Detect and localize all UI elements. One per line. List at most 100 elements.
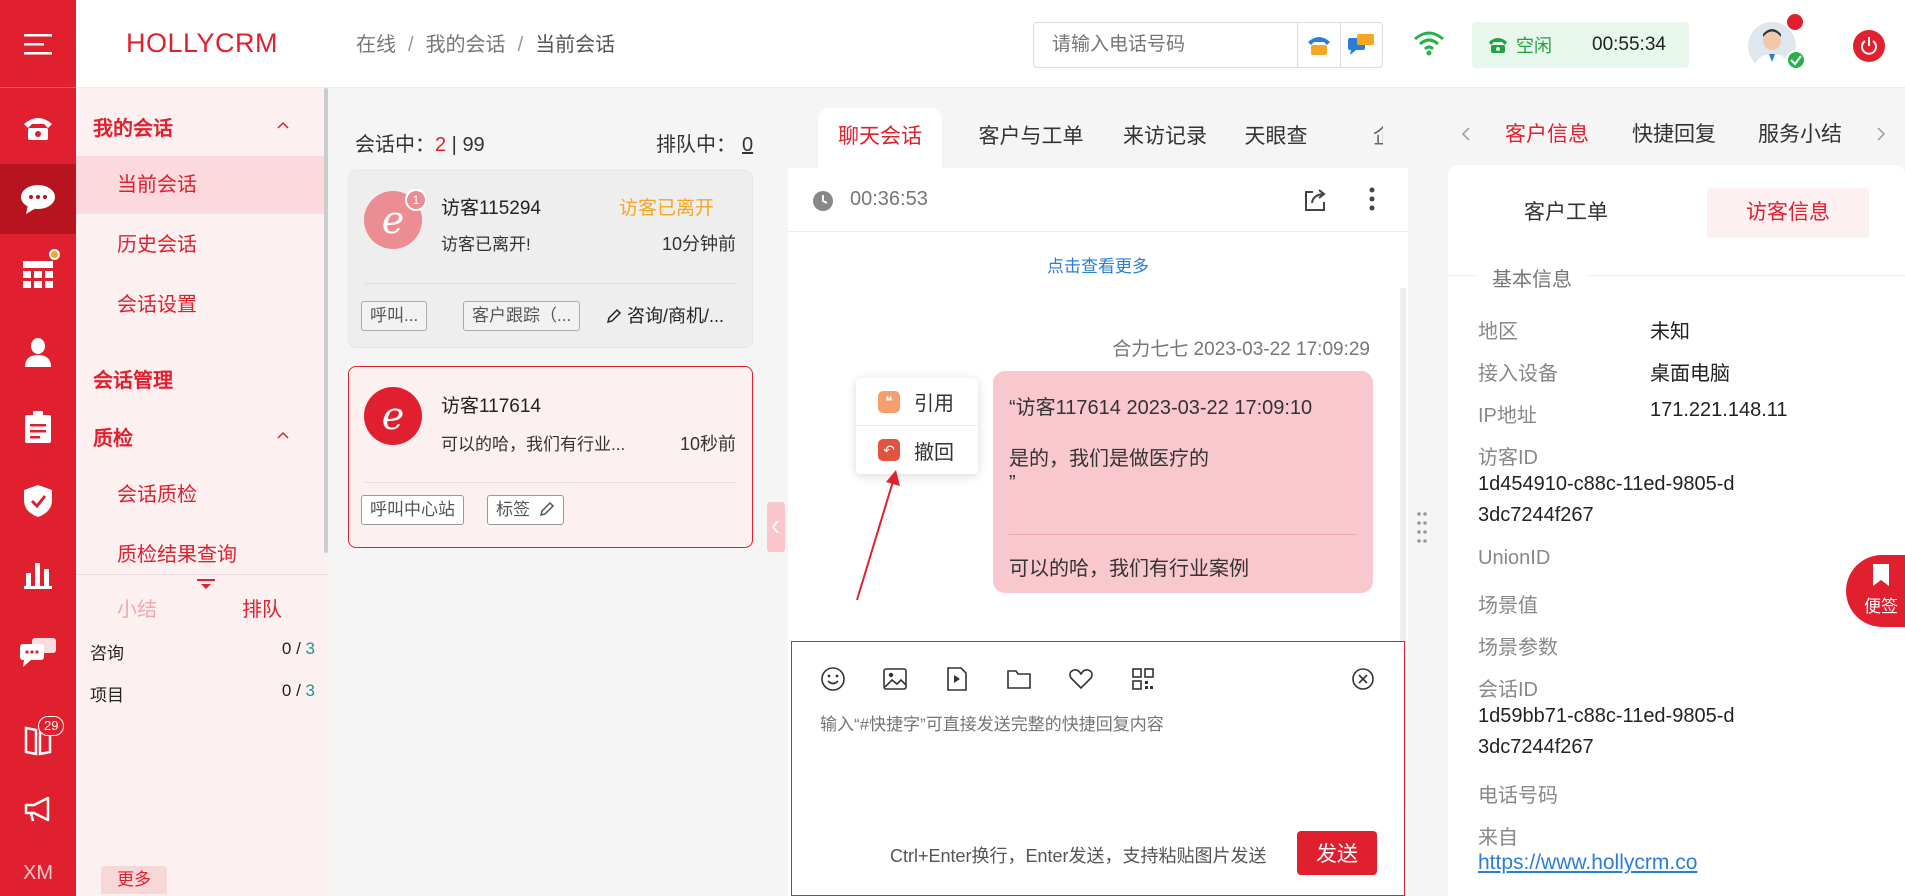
message-button[interactable] [1339, 23, 1383, 67]
chevron-up-icon[interactable] [276, 118, 290, 132]
tab-quick-reply[interactable]: 快捷回复 [1632, 118, 1716, 148]
subtab-customer-ticket[interactable]: 客户工单 [1488, 188, 1644, 238]
nav-item-session-qc[interactable]: 会话质检 [76, 466, 324, 524]
nav-group-session-management[interactable]: 会话管理 [93, 364, 173, 393]
queue-count[interactable]: 0 [742, 134, 753, 156]
session-tag[interactable]: 呼叫中心站 [361, 495, 464, 525]
queue-row-done: 0 [281, 639, 292, 658]
nav-item-history-session[interactable]: 历史会话 [76, 216, 324, 274]
tag-edit-button[interactable]: 标签 [487, 495, 564, 525]
tab-more-clipped[interactable]: 企 [1373, 108, 1383, 168]
tab-visit-records[interactable]: 来访记录 [1110, 108, 1220, 168]
quoted-message: “访客117614 2023-03-22 17:09:10 是的，我们是做医疗的… [1009, 393, 1359, 493]
right-tabs: 客户信息 快捷回复 服务小结 [1440, 88, 1905, 168]
nav-item-session-settings[interactable]: 会话设置 [76, 276, 324, 334]
messages-icon [20, 638, 56, 667]
rail-item-phone[interactable] [0, 93, 76, 163]
nav-item-current-session[interactable]: 当前会话 [76, 156, 324, 214]
load-more-link[interactable]: 点击查看更多 [788, 252, 1408, 277]
chevron-up-icon[interactable] [276, 428, 290, 442]
emoji-icon[interactable] [820, 666, 846, 692]
logout-button[interactable] [1853, 30, 1885, 62]
rail-item-announce[interactable] [0, 774, 76, 844]
clock-icon [813, 191, 833, 211]
agent-status[interactable]: 空闲 00:55:34 [1472, 22, 1689, 68]
field-label-phone: 电话号码 [1478, 785, 1558, 807]
folder-icon[interactable] [1006, 666, 1032, 692]
session-card-active[interactable]: e 访客117614 可以的哈，我们有行业... 10秒前 呼叫中心站 标签 [348, 366, 753, 548]
dial-button[interactable] [1297, 23, 1340, 67]
message-input[interactable] [820, 710, 1380, 800]
close-circle-icon[interactable] [1350, 666, 1376, 692]
chevron-right-icon[interactable] [1876, 126, 1886, 142]
rail-item-stats[interactable] [0, 540, 76, 610]
tab-tianyancha[interactable]: 天眼查 [1236, 108, 1316, 168]
rail-item-grid[interactable] [0, 240, 76, 310]
send-button[interactable]: 发送 [1297, 831, 1377, 875]
rail-item-clipboard[interactable] [0, 392, 76, 462]
hamburger-menu-button[interactable] [0, 0, 76, 88]
card-divider [364, 283, 737, 284]
annotation-arrow-icon [856, 470, 900, 601]
rail-item-chat[interactable] [0, 164, 76, 234]
status-timer: 00:55:34 [1592, 34, 1666, 55]
agent-message-bubble[interactable]: “访客117614 2023-03-22 17:09:10 是的，我们是做医疗的… [993, 371, 1373, 593]
message-context-menu: ❝ 引用 ↶ 撤回 [856, 378, 978, 474]
queue-row-label: 项目 [90, 686, 124, 705]
breadcrumb-online[interactable]: 在线 [356, 34, 396, 56]
qrcode-icon[interactable] [1130, 666, 1156, 692]
rail-item-knowledge[interactable] [0, 706, 76, 776]
chevron-left-icon [771, 520, 779, 534]
rail-footer-logo: XM [23, 862, 53, 884]
collapse-arrow-icon[interactable] [195, 579, 217, 591]
last-message: 访客已离开! [441, 235, 531, 254]
tab-summary[interactable]: 小结 [117, 593, 157, 622]
send-hint: Ctrl+Enter换行，Enter发送，支持粘贴图片发送 [890, 846, 1267, 866]
unread-badge: 1 [405, 189, 427, 211]
rail-item-shield[interactable] [0, 466, 76, 536]
resize-handle-icon[interactable] [1416, 510, 1428, 546]
image-icon[interactable] [882, 666, 908, 692]
more-vertical-icon[interactable] [1368, 186, 1376, 212]
nav-menu: 我的会话 当前会话 历史会话 会话设置 会话管理 质检 会话质检 质检结果查询 [76, 88, 328, 574]
nav-group-quality[interactable]: 质检 [93, 422, 133, 451]
rail-item-user[interactable] [0, 317, 76, 387]
notification-dot [49, 249, 60, 260]
category-edit[interactable]: 咨询/商机/... [606, 301, 724, 331]
summary-queue-panel: 小结 排队 咨询 0 / 3 项目 0 / 3 [76, 574, 328, 896]
quote-header: “访客117614 2023-03-22 17:09:10 [1009, 397, 1313, 419]
nav-group-my-sessions[interactable]: 我的会话 [93, 112, 173, 141]
subtab-visitor-info[interactable]: 访客信息 [1707, 188, 1869, 238]
queue-row-sep: / [291, 681, 306, 700]
sticky-note-button[interactable]: 便签 [1846, 555, 1905, 627]
video-icon[interactable] [944, 666, 970, 692]
tab-customer-ticket[interactable]: 客户与工单 [966, 108, 1096, 168]
secondary-nav: HOLLYCRM 我的会话 当前会话 历史会话 会话设置 会话管理 质检 会话质… [76, 0, 328, 896]
tab-customer-info[interactable]: 客户信息 [1505, 118, 1589, 148]
chat-icon [21, 185, 55, 214]
menu-item-quote[interactable]: ❝ 引用 [856, 378, 978, 426]
shield-icon [24, 485, 52, 517]
phone-number-input[interactable] [1034, 23, 1297, 67]
message-meta: 合力七七 2023-03-22 17:09:29 [1112, 339, 1370, 360]
more-button[interactable]: 更多 [101, 866, 167, 894]
phone-status-icon [1489, 38, 1507, 53]
field-value-from-link[interactable]: https://www.hollycrm.co [1478, 851, 1697, 875]
session-tag[interactable]: 客户跟踪（... [463, 301, 581, 331]
tab-service-summary[interactable]: 服务小结 [1758, 118, 1842, 148]
heart-icon[interactable] [1068, 666, 1094, 692]
menu-item-recall[interactable]: ↶ 撤回 [856, 426, 978, 474]
breadcrumb-my-sessions[interactable]: 我的会话 [426, 34, 506, 56]
quote-divider [1009, 534, 1357, 535]
field-value-ip: 171.221.148.11 [1650, 399, 1788, 421]
session-card[interactable]: e 1 访客115294 访客已离开 访客已离开! 10分钟前 呼叫... 客户… [348, 170, 753, 348]
in-session-counter: 会话中：2 | 99 [355, 128, 485, 157]
field-label-region: 地区 [1478, 321, 1518, 343]
tab-chat[interactable]: 聊天会话 [818, 108, 942, 168]
rail-item-messages[interactable] [0, 618, 76, 688]
tab-queue[interactable]: 排队 [242, 593, 282, 622]
chevron-left-icon[interactable] [1461, 126, 1471, 142]
collapse-list-button[interactable] [767, 502, 785, 552]
session-tag[interactable]: 呼叫... [361, 301, 428, 331]
share-icon[interactable] [1303, 188, 1327, 212]
